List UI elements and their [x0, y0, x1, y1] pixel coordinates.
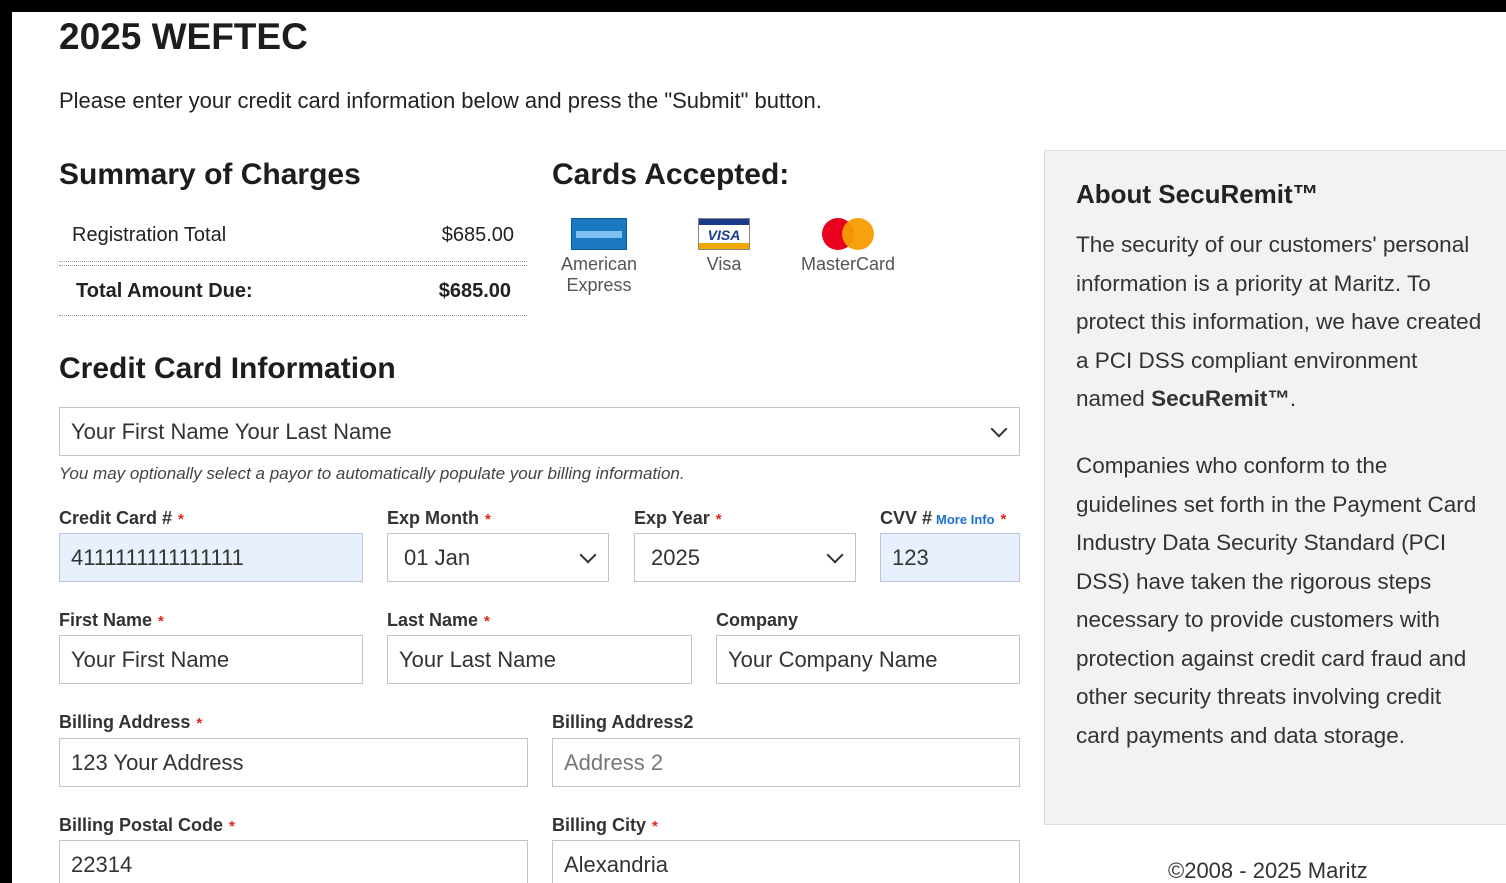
- billing-address2-placeholder: Address 2: [564, 749, 664, 775]
- company-input[interactable]: Your Company Name: [716, 635, 1020, 684]
- chevron-down-icon: [579, 546, 597, 563]
- card-label: Express: [566, 275, 632, 295]
- cvv-input[interactable]: 123: [880, 533, 1020, 582]
- card-label: American: [560, 254, 638, 274]
- page-title: 2025 WEFTEC: [59, 16, 308, 57]
- billing-address-value: 123 Your Address: [71, 749, 244, 775]
- chevron-down-icon: [990, 420, 1008, 437]
- payor-select-value: Your First Name Your Last Name: [71, 418, 392, 444]
- required-icon: *: [158, 613, 164, 630]
- billing-city-input[interactable]: Alexandria: [552, 840, 1020, 883]
- billing-postal-label: Billing Postal Code *: [59, 815, 235, 835]
- exp-month-label: Exp Month *: [387, 508, 491, 528]
- credit-card-label: Credit Card # *: [59, 508, 184, 528]
- securemit-brand: SecuRemit™: [1151, 386, 1290, 411]
- last-name-input[interactable]: Your Last Name: [387, 635, 692, 684]
- exp-month-select[interactable]: 01 Jan: [387, 533, 609, 582]
- card-visa: VISA Visa: [683, 218, 765, 275]
- securemit-paragraph-1: The security of our customers' personal …: [1076, 232, 1482, 411]
- securemit-panel: About SecuRemit™ The security of our cus…: [1044, 150, 1506, 825]
- billing-address-input[interactable]: 123 Your Address: [59, 738, 528, 787]
- required-icon: *: [178, 511, 184, 528]
- cards-heading: Cards Accepted:: [552, 158, 790, 191]
- summary-label: Registration Total: [72, 224, 227, 246]
- amex-icon: [571, 218, 627, 250]
- intro-text: Please enter your credit card informatio…: [59, 88, 822, 113]
- billing-address-label: Billing Address *: [59, 712, 203, 732]
- summary-value: $685.00: [438, 280, 511, 302]
- exp-year-value: 2025: [651, 544, 700, 570]
- required-icon: *: [1000, 511, 1007, 528]
- required-icon: *: [229, 818, 235, 835]
- card-mastercard: MasterCard: [798, 218, 898, 275]
- billing-city-label: Billing City *: [552, 815, 658, 835]
- exp-year-select[interactable]: 2025: [634, 533, 856, 582]
- securemit-paragraph-2: Companies who conform to the guidelines …: [1076, 453, 1477, 748]
- billing-postal-value: 22314: [71, 851, 133, 877]
- summary-label: Total Amount Due:: [76, 280, 253, 302]
- cvv-value: 123: [892, 544, 929, 570]
- credit-card-value: 4111111111111111: [71, 544, 244, 570]
- more-info-link[interactable]: More Info: [936, 512, 995, 527]
- copyright: ©2008 - 2025 Maritz: [1168, 858, 1368, 883]
- mastercard-icon: [820, 218, 876, 250]
- summary-heading: Summary of Charges: [59, 158, 361, 191]
- billing-address2-label: Billing Address2: [552, 712, 694, 732]
- last-name-value: Your Last Name: [399, 646, 556, 672]
- chevron-down-icon: [826, 546, 844, 563]
- summary-divider: [59, 315, 527, 316]
- credit-card-input[interactable]: 4111111111111111: [59, 533, 363, 582]
- page: 2025 WEFTEC Please enter your credit car…: [12, 12, 1506, 883]
- summary-divider: [59, 261, 527, 262]
- first-name-input[interactable]: Your First Name: [59, 635, 363, 684]
- card-amex: American Express: [558, 218, 640, 296]
- visa-icon: VISA: [698, 218, 750, 250]
- required-icon: *: [485, 511, 491, 528]
- required-icon: *: [652, 818, 658, 835]
- last-name-label: Last Name *: [387, 610, 490, 630]
- required-icon: *: [196, 715, 203, 732]
- first-name-value: Your First Name: [71, 646, 230, 672]
- card-label: Visa: [706, 254, 742, 274]
- cvv-label: CVV # More Info *: [880, 508, 1007, 528]
- card-label: MasterCard: [800, 254, 896, 274]
- required-icon: *: [715, 511, 722, 528]
- exp-month-value: 01 Jan: [404, 544, 471, 570]
- summary-divider: [59, 265, 527, 266]
- exp-year-label: Exp Year *: [634, 508, 722, 528]
- first-name-label: First Name *: [59, 610, 164, 630]
- company-label: Company: [716, 610, 799, 630]
- securemit-heading: About SecuRemit™: [1076, 179, 1319, 209]
- billing-postal-input[interactable]: 22314: [59, 840, 528, 883]
- summary-value: $685.00: [441, 224, 514, 246]
- company-value: Your Company Name: [728, 646, 938, 672]
- cc-heading: Credit Card Information: [59, 352, 396, 385]
- visa-logo-text: VISA: [707, 227, 741, 243]
- payor-hint: You may optionally select a payor to aut…: [59, 464, 685, 483]
- billing-city-value: Alexandria: [564, 851, 668, 877]
- required-icon: *: [484, 613, 490, 630]
- payor-select[interactable]: Your First Name Your Last Name: [59, 407, 1020, 456]
- billing-address2-input[interactable]: Address 2: [552, 738, 1020, 787]
